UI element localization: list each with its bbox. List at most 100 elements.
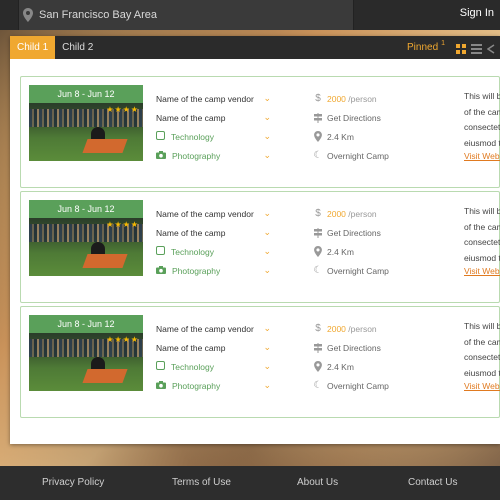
moon-icon: ☾ [313,150,323,161]
pinned-count: 1 [441,40,446,47]
camp-thumbnail[interactable]: Jun 8 - Jun 12 ★★★★ [29,85,143,161]
square-icon [156,361,165,372]
camp-description: This will be of the camp consectetur eiu… [464,319,500,391]
camp-photo: ★★★★ [29,333,143,391]
desc-line: consectetur [464,352,500,362]
price-unit: /person [348,208,377,219]
vendor-dropdown[interactable]: Name of the camp vendor ⌄ [156,89,271,108]
camp-name-dropdown[interactable]: Name of the camp ⌄ [156,108,271,127]
category-label: Technology [171,246,215,257]
main-panel: Child 1 Child 2 Pinned 1 Jun 8 - Jun 12 [10,36,500,444]
footer-link-terms[interactable]: Terms of Use [172,477,231,488]
camp-card[interactable]: Jun 8 - Jun 12 ★★★★ Name of the camp ven… [20,76,500,188]
camp-photo: ★★★★ [29,218,143,276]
camp-type-row: ☾ Overnight Camp [309,261,449,280]
camp-info: Name of the camp vendor ⌄ Name of the cam… [156,89,271,165]
camp-name-dropdown[interactable]: Name of the camp ⌄ [156,223,271,242]
dollar-icon: $ [315,93,321,104]
grid-view-icon[interactable] [456,41,466,59]
desc-line: of the camp [464,221,500,232]
camp-card[interactable]: Jun 8 - Jun 12 ★★★★ Name of the camp ven… [20,306,500,418]
visit-website-link[interactable]: Visit Website [464,266,500,276]
camp-dates: Jun 8 - Jun 12 [29,315,143,333]
camp-info: Name of the camp vendor ⌄ Name of the cam… [156,204,271,280]
camp-type-row: ☾ Overnight Camp [309,376,449,395]
vendor-dropdown[interactable]: Name of the camp vendor ⌄ [156,319,271,338]
activity-dropdown[interactable]: Photography ⌄ [156,376,271,395]
map-pin-icon [309,131,327,142]
chevron-down-icon: ⌄ [263,323,271,333]
footer-link-contact[interactable]: Contact Us [408,477,457,488]
tab-child-2[interactable]: Child 2 [55,36,100,59]
directions-link[interactable]: Get Directions [309,108,449,127]
camp-card[interactable]: Jun 8 - Jun 12 ★★★★ Name of the camp ven… [20,191,500,303]
rating-stars: ★★★★ [106,105,139,114]
desc-line: of the camp [464,336,500,347]
footer-link-privacy[interactable]: Privacy Policy [42,477,104,488]
visit-website-link[interactable]: Visit Website [464,381,500,391]
pinned-filter[interactable]: Pinned 1 [407,36,445,59]
desc-line: consectetur [464,237,500,247]
share-icon[interactable] [486,41,495,59]
desc-line: This will be [464,206,500,216]
chevron-down-icon: ⌄ [263,93,271,103]
location-search[interactable]: San Francisco Bay Area [18,0,354,30]
camp-name: Name of the camp [156,342,226,353]
camp-list: Jun 8 - Jun 12 ★★★★ Name of the camp ven… [20,76,500,421]
signpost-icon [309,342,327,353]
camp-name: Name of the camp [156,227,226,238]
category-dropdown[interactable]: Technology ⌄ [156,242,271,261]
view-toggle [456,41,495,59]
category-dropdown[interactable]: Technology ⌄ [156,357,271,376]
price-row: $2000 /person [309,204,449,223]
category-label: Technology [171,131,215,142]
distance-row: 2.4 Km [309,242,449,261]
dollar-icon: $ [315,208,321,219]
camera-icon [156,380,166,391]
camp-photo: ★★★★ [29,103,143,161]
desc-line: This will be [464,91,500,101]
location-text: San Francisco Bay Area [39,9,158,21]
directions-link[interactable]: Get Directions [309,223,449,242]
camp-type: Overnight Camp [327,150,389,161]
activity-dropdown[interactable]: Photography ⌄ [156,146,271,165]
price-value: 2000 [327,208,346,219]
price-row: $2000 /person [309,319,449,338]
category-dropdown[interactable]: Technology ⌄ [156,127,271,146]
square-icon [156,246,165,257]
directions-label: Get Directions [327,227,381,238]
activity-label: Photography [172,265,221,276]
chevron-down-icon: ⌄ [263,361,271,371]
camp-type: Overnight Camp [327,265,389,276]
visit-website-link[interactable]: Visit Website [464,151,500,161]
chevron-down-icon: ⌄ [263,246,271,256]
top-bar: San Francisco Bay Area Sign In [0,0,500,30]
footer-link-about[interactable]: About Us [297,477,338,488]
directions-link[interactable]: Get Directions [309,338,449,357]
camp-thumbnail[interactable]: Jun 8 - Jun 12 ★★★★ [29,315,143,391]
chevron-down-icon: ⌄ [263,112,271,122]
rating-stars: ★★★★ [106,335,139,344]
price-unit: /person [348,93,377,104]
camp-name-dropdown[interactable]: Name of the camp ⌄ [156,338,271,357]
sign-in-link[interactable]: Sign In [460,7,494,19]
activity-label: Photography [172,150,221,161]
distance-row: 2.4 Km [309,357,449,376]
camera-icon [156,150,166,161]
desc-line: eiusmod te [464,137,500,148]
desc-line: consectetur [464,122,500,132]
vendor-dropdown[interactable]: Name of the camp vendor ⌄ [156,204,271,223]
camp-thumbnail[interactable]: Jun 8 - Jun 12 ★★★★ [29,200,143,276]
camp-description: This will be of the camp consectetur eiu… [464,89,500,161]
camp-name: Name of the camp [156,112,226,123]
map-pin-icon [309,361,327,372]
chevron-down-icon: ⌄ [263,208,271,218]
footer: Privacy Policy Terms of Use About Us Con… [0,466,500,500]
list-view-icon[interactable] [471,41,482,59]
rating-stars: ★★★★ [106,220,139,229]
activity-dropdown[interactable]: Photography ⌄ [156,261,271,280]
camp-dates: Jun 8 - Jun 12 [29,200,143,218]
activity-label: Photography [172,380,221,391]
directions-label: Get Directions [327,112,381,123]
tab-child-1[interactable]: Child 1 [10,36,56,59]
